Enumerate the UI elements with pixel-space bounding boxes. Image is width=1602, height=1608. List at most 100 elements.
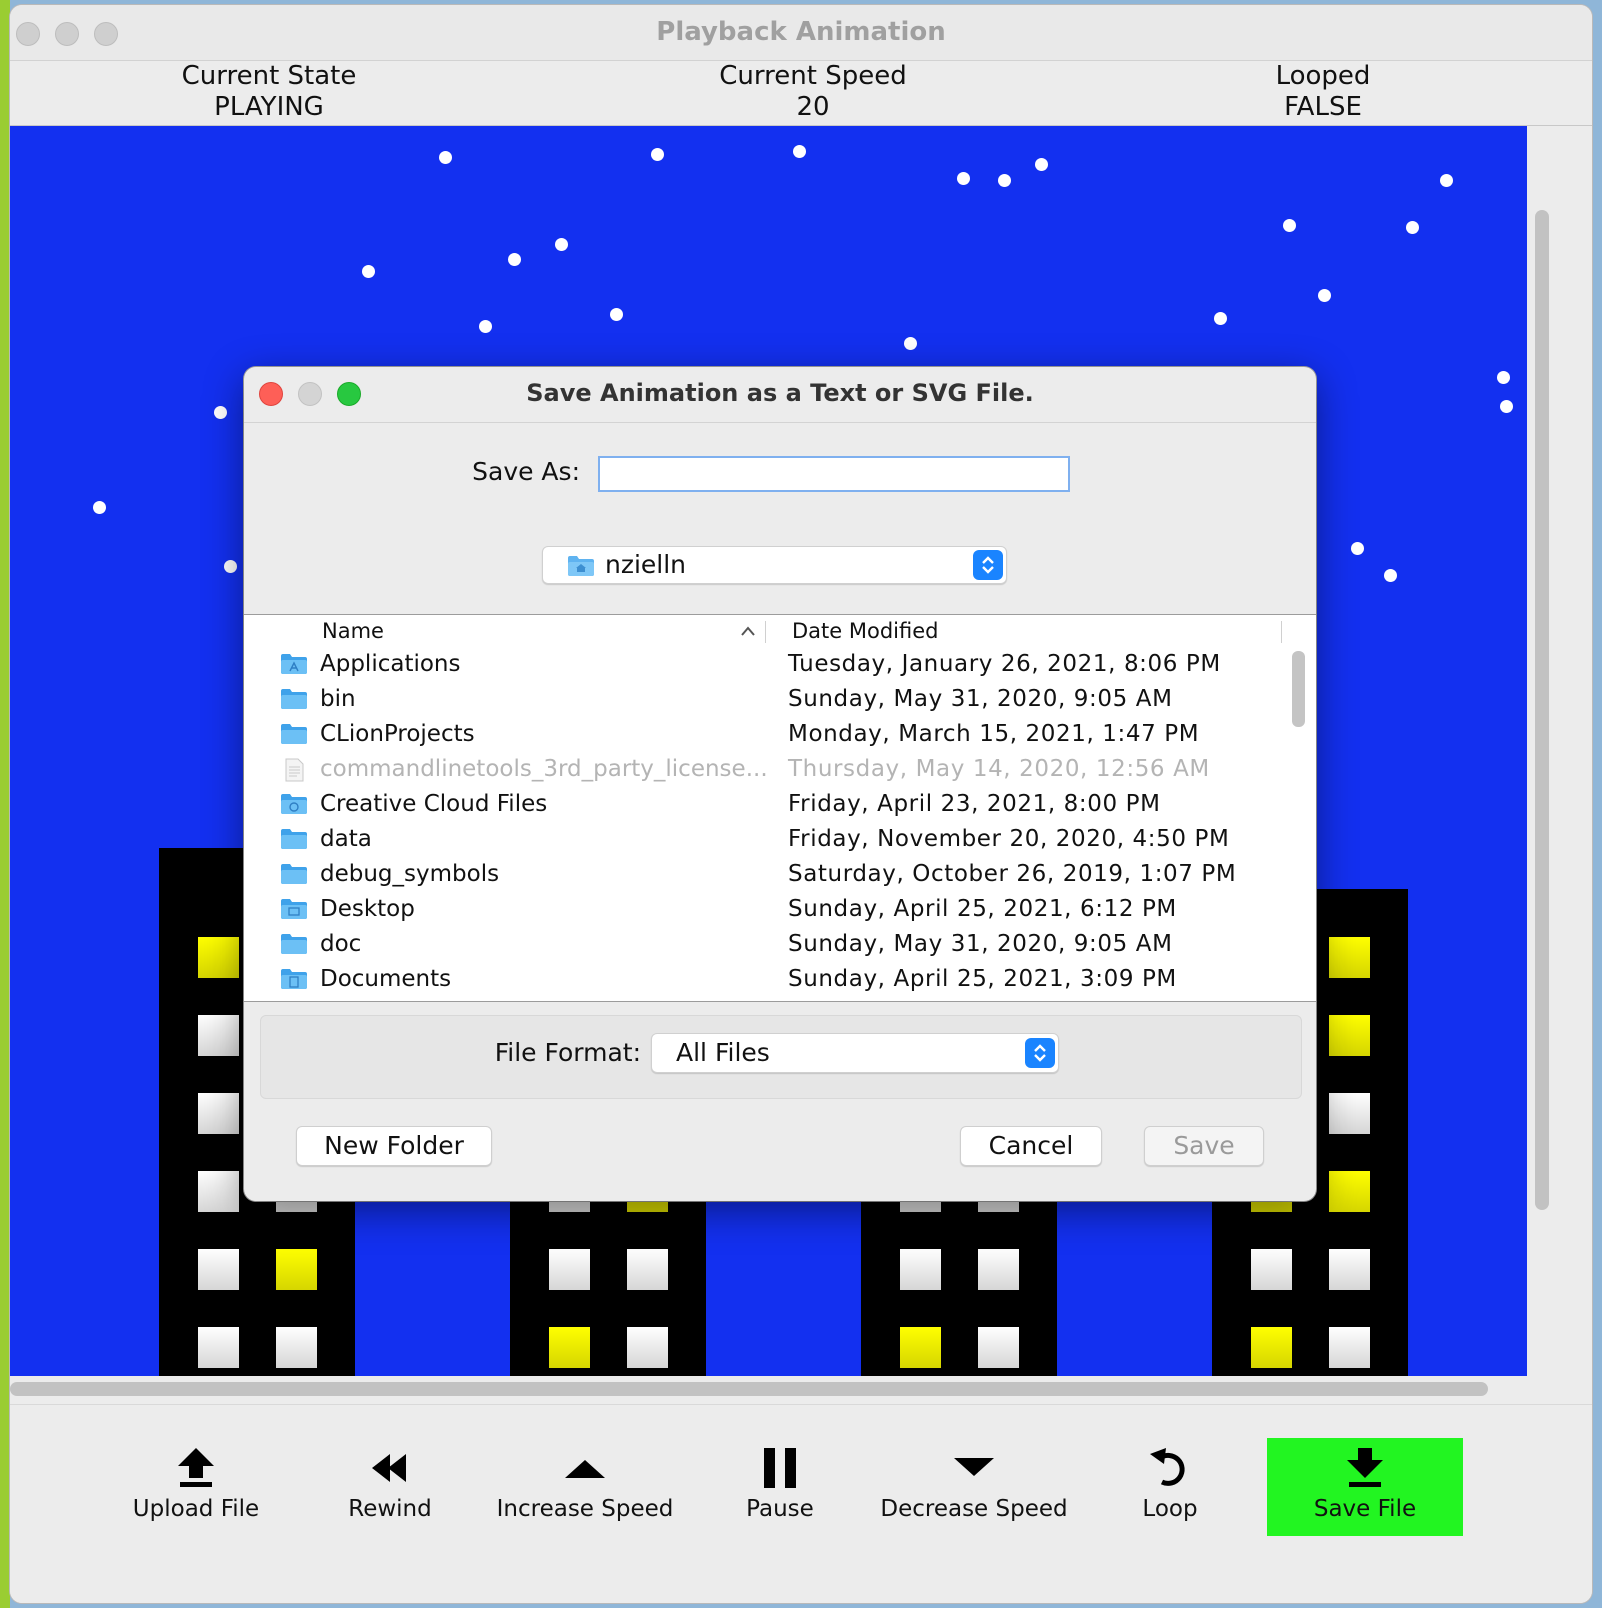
star <box>1384 569 1397 582</box>
building-window <box>276 1249 317 1290</box>
pause-label: Pause <box>746 1496 814 1522</box>
file-name: debug_symbols <box>320 861 500 887</box>
star <box>508 253 521 266</box>
file-name: Applications <box>320 651 461 677</box>
decrease-speed-button[interactable]: Decrease Speed <box>876 1438 1072 1536</box>
building-window <box>1251 1327 1292 1368</box>
star <box>1283 219 1296 232</box>
documents-folder-icon <box>280 968 308 996</box>
file-date-modified: Sunday, May 31, 2020, 9:05 AM <box>788 686 1173 712</box>
download-icon <box>1347 1448 1383 1487</box>
star <box>1035 158 1048 171</box>
file-date-modified: Thursday, May 14, 2020, 12:56 AM <box>788 756 1210 782</box>
file-name: CLionProjects <box>320 721 475 747</box>
star <box>555 238 568 251</box>
increase-speed-button[interactable]: Increase Speed <box>487 1438 683 1536</box>
file-date-modified: Sunday, April 25, 2021, 3:09 PM <box>788 966 1177 992</box>
building-window <box>1329 1249 1370 1290</box>
loop-button[interactable]: Loop <box>1072 1438 1268 1536</box>
new-folder-button[interactable]: New Folder <box>296 1126 492 1166</box>
save-file-button[interactable]: Save File <box>1267 1438 1463 1536</box>
star <box>1500 400 1513 413</box>
file-row[interactable]: Desktop Sunday, April 25, 2021, 6:12 PM <box>244 894 1284 929</box>
folder-icon <box>280 828 308 856</box>
file-row[interactable]: Creative Cloud Files Friday, April 23, 20… <box>244 789 1284 824</box>
save-dialog: Save Animation as a Text or SVG File. Sa… <box>244 367 1316 1201</box>
star <box>224 560 237 573</box>
rewind-label: Rewind <box>348 1496 432 1522</box>
rewind-icon <box>372 1454 406 1482</box>
building-window <box>1329 1093 1370 1134</box>
folder-icon <box>280 933 308 961</box>
horizontal-scroll-thumb[interactable] <box>10 1382 1488 1396</box>
upload-file-button[interactable]: Upload File <box>98 1438 294 1536</box>
file-list-scroll-thumb[interactable] <box>1292 651 1305 727</box>
dialog-titlebar: Save Animation as a Text or SVG File. <box>244 367 1316 423</box>
star <box>93 501 106 514</box>
file-row[interactable]: CLionProjects Monday, March 15, 2021, 1:4… <box>244 719 1284 754</box>
file-format-label: File Format: <box>494 1038 641 1067</box>
column-header-name[interactable]: Name <box>322 619 384 643</box>
building-window <box>978 1327 1019 1368</box>
loop-label: Loop <box>1142 1496 1198 1522</box>
building-window <box>1329 1327 1370 1368</box>
desktop-edge <box>0 0 10 1608</box>
column-divider[interactable] <box>765 621 766 643</box>
window-titlebar: Playback Animation <box>10 5 1592 61</box>
cancel-button[interactable]: Cancel <box>960 1126 1102 1166</box>
file-row[interactable]: Applications Tuesday, January 26, 2021, 8… <box>244 649 1284 684</box>
column-header-date-modified[interactable]: Date Modified <box>792 619 938 643</box>
file-date-modified: Monday, March 15, 2021, 1:47 PM <box>788 721 1200 747</box>
file-row[interactable]: debug_symbols Saturday, October 26, 2019,… <box>244 859 1284 894</box>
star <box>651 148 664 161</box>
file-row[interactable]: Documents Sunday, April 25, 2021, 3:09 PM <box>244 964 1284 999</box>
save-as-input[interactable] <box>598 456 1070 492</box>
star <box>479 320 492 333</box>
file-date-modified: Friday, November 20, 2020, 4:50 PM <box>788 826 1230 852</box>
building-window <box>627 1327 668 1368</box>
file-row[interactable]: data Friday, November 20, 2020, 4:50 PM <box>244 824 1284 859</box>
file-format-select[interactable]: All Files <box>651 1033 1059 1073</box>
sort-ascending-icon <box>741 626 755 636</box>
star <box>610 308 623 321</box>
location-select[interactable]: nzielln <box>542 546 1007 584</box>
desktop-folder-icon <box>280 898 308 926</box>
file-name: Desktop <box>320 896 415 922</box>
star <box>904 337 917 350</box>
rewind-button[interactable]: Rewind <box>292 1438 488 1536</box>
increase-speed-label: Increase Speed <box>496 1496 674 1522</box>
folder-icon <box>280 863 308 891</box>
building-window <box>1329 1015 1370 1056</box>
star <box>439 151 452 164</box>
building <box>861 1171 1057 1376</box>
vertical-scroll-thumb[interactable] <box>1535 210 1549 1210</box>
building-window <box>198 1015 239 1056</box>
apps-folder-icon <box>280 653 308 681</box>
star <box>793 145 806 158</box>
decrease-speed-label: Decrease Speed <box>880 1496 1068 1522</box>
triangle-up-icon <box>565 1460 605 1478</box>
column-divider[interactable] <box>1281 621 1282 643</box>
building-window <box>627 1249 668 1290</box>
file-date-modified: Sunday, April 25, 2021, 6:12 PM <box>788 896 1177 922</box>
current-state-label: Current State <box>181 61 357 91</box>
file-row: commandlinetools_3rd_party_license... Thu… <box>244 754 1284 789</box>
pause-button[interactable]: Pause <box>682 1438 878 1536</box>
star <box>1497 371 1510 384</box>
file-row[interactable]: bin Sunday, May 31, 2020, 9:05 AM <box>244 684 1284 719</box>
save-button[interactable]: Save <box>1144 1126 1264 1166</box>
file-name: Documents <box>320 966 452 992</box>
location-stepper-icon <box>973 550 1003 580</box>
building-window <box>900 1327 941 1368</box>
document-icon <box>280 758 308 786</box>
upload-icon <box>178 1448 214 1487</box>
building-window <box>198 1249 239 1290</box>
window-title: Playback Animation <box>656 17 946 47</box>
building-window <box>198 1093 239 1134</box>
file-browser[interactable]: Name Date Modified Applications Tuesday, … <box>244 614 1316 1002</box>
file-date-modified: Tuesday, January 26, 2021, 8:06 PM <box>788 651 1221 677</box>
building-window <box>198 1327 239 1368</box>
star <box>998 174 1011 187</box>
file-row[interactable]: doc Sunday, May 31, 2020, 9:05 AM <box>244 929 1284 964</box>
save-file-label: Save File <box>1313 1496 1417 1522</box>
